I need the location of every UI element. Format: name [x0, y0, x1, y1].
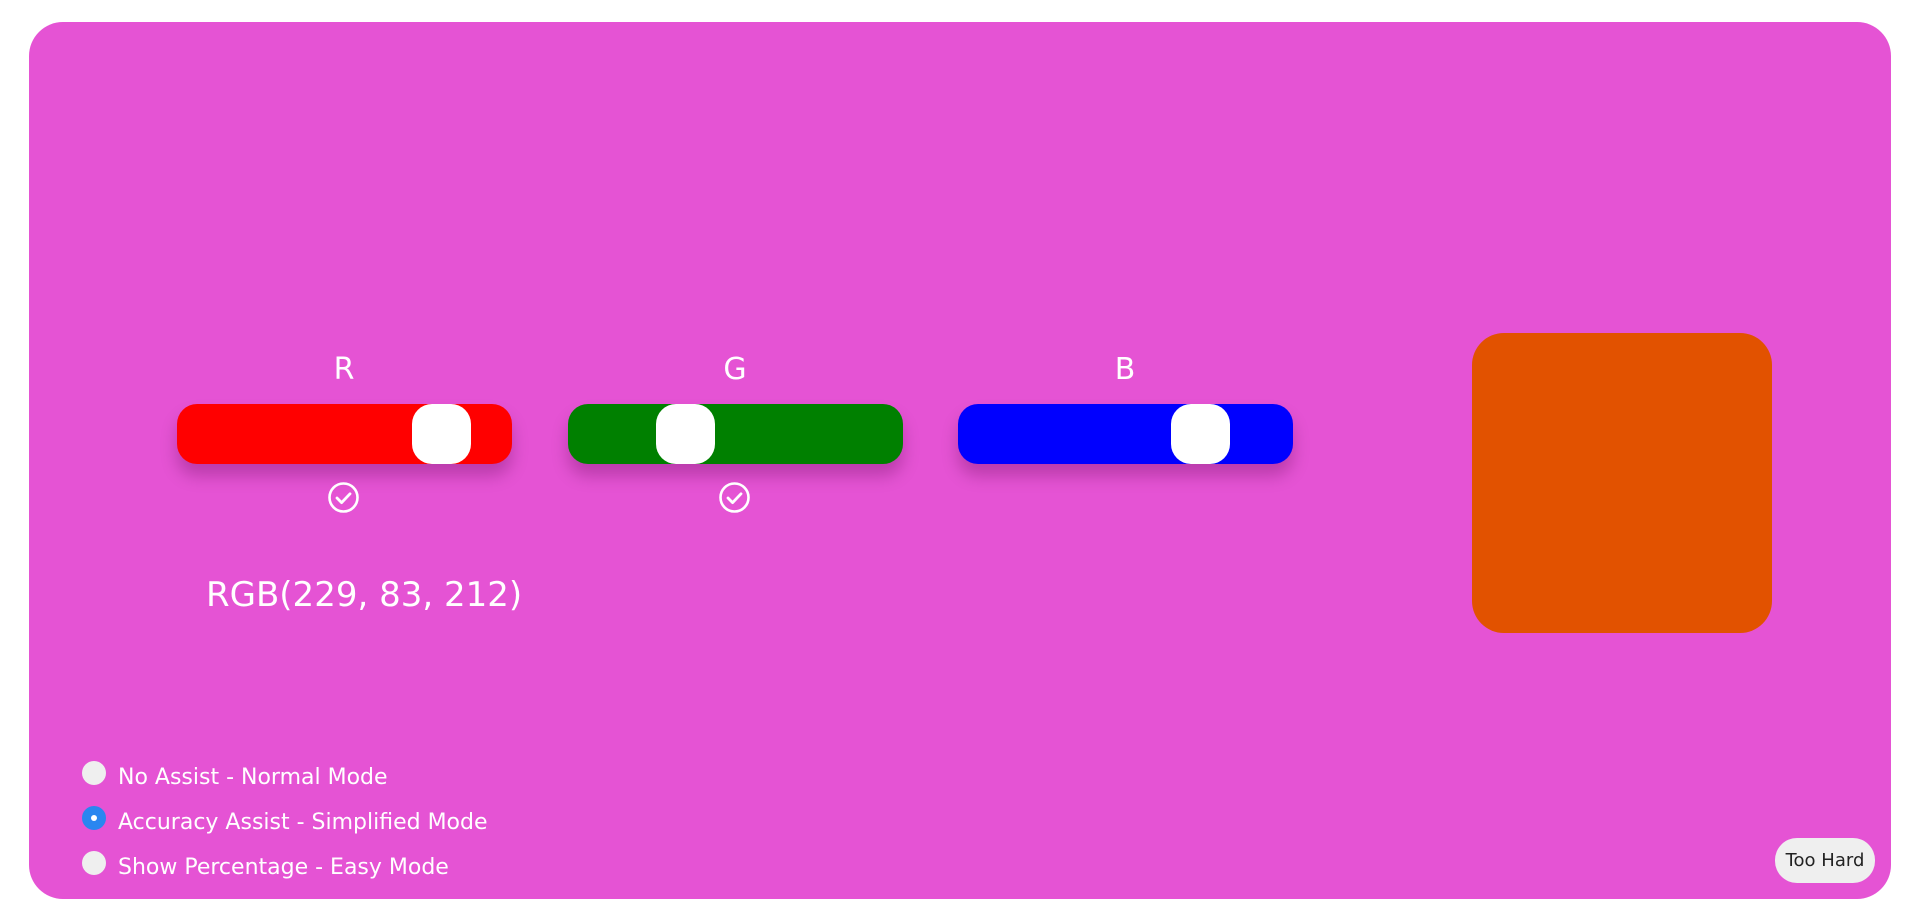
channel-label-r: R [333, 352, 355, 387]
channel-label-g: G [723, 352, 747, 387]
radio-normal-mode[interactable] [82, 761, 106, 785]
slider-green-thumb[interactable] [656, 404, 715, 464]
slider-green[interactable] [568, 404, 903, 464]
mode-option-normal[interactable]: No Assist - Normal Mode [82, 759, 388, 795]
radio-easy-mode[interactable] [82, 851, 106, 875]
too-hard-button[interactable]: Too Hard [1775, 838, 1875, 883]
slider-red[interactable] [177, 404, 512, 464]
mode-option-easy[interactable]: Show Percentage - Easy Mode [82, 849, 449, 885]
check-circle-icon [718, 481, 751, 514]
mode-option-simplified[interactable]: Accuracy Assist - Simplified Mode [82, 804, 488, 840]
check-circle-icon [327, 481, 360, 514]
rgb-readout: RGB(229, 83, 212) [206, 575, 523, 615]
game-panel: R G B RGB(229, 83, 212) No Assist - Norm… [29, 22, 1891, 899]
mode-label-normal: No Assist - Normal Mode [118, 764, 388, 790]
channel-label-b: B [1114, 352, 1136, 387]
radio-simplified-mode[interactable] [82, 806, 106, 830]
slider-blue[interactable] [958, 404, 1293, 464]
slider-red-thumb[interactable] [412, 404, 471, 464]
slider-blue-thumb[interactable] [1171, 404, 1230, 464]
mode-label-easy: Show Percentage - Easy Mode [118, 854, 449, 880]
target-color-swatch [1472, 333, 1772, 633]
mode-label-simplified: Accuracy Assist - Simplified Mode [118, 809, 488, 835]
